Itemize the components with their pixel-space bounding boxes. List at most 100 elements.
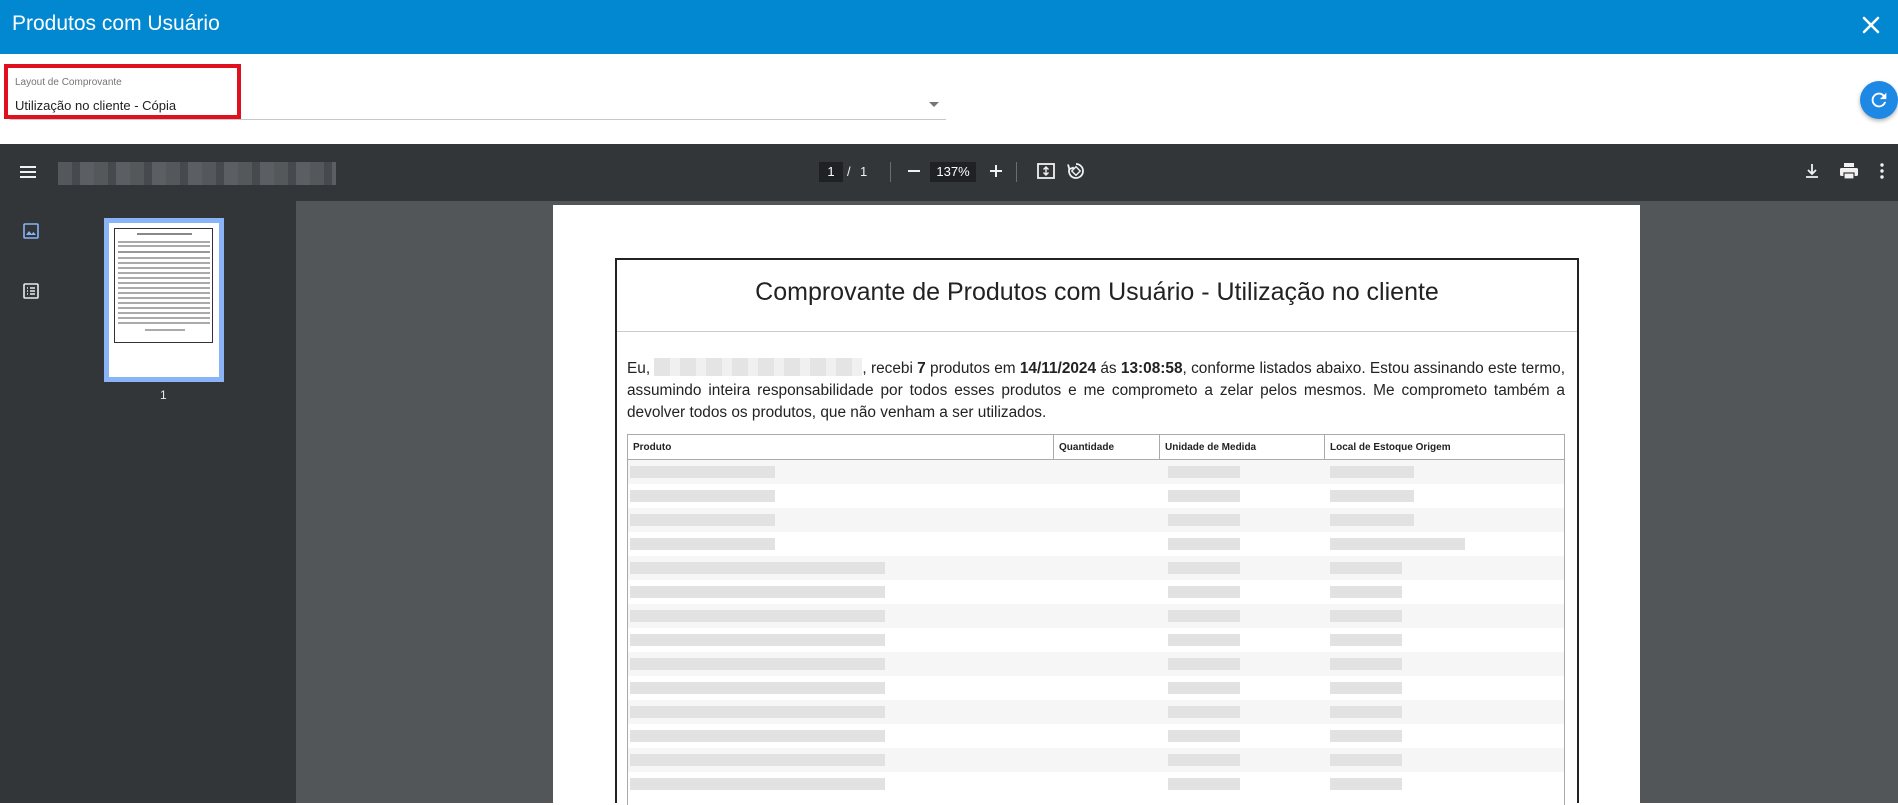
refresh-button[interactable] [1860,81,1898,119]
table-row [628,604,1564,628]
print-icon[interactable] [1838,161,1860,181]
thumbnail-line [118,272,210,274]
redacted-cell [1168,538,1240,550]
table-row [628,700,1564,724]
zoom-input[interactable]: 137% [930,162,976,182]
para-time: 13:08:58 [1120,360,1183,377]
table-row [628,628,1564,652]
para-products-em: produtos em [925,360,1020,377]
redacted-cell [630,706,885,718]
thumbnail-line [118,245,210,247]
header-local: Local de Estoque Origem [1330,442,1451,453]
thumbnail-line [118,312,210,314]
thumbnail-line [118,317,210,319]
para-count: 7 [917,360,926,377]
fit-page-icon[interactable] [1036,161,1056,181]
table-row [628,748,1564,772]
download-icon[interactable] [1802,161,1822,181]
thumbnail-line [118,262,210,264]
redacted-cell [1168,610,1240,622]
table-row [628,460,1564,484]
title-divider [617,331,1577,332]
zoom-in-icon[interactable] [986,161,1006,181]
redacted-cell [630,634,885,646]
thumbnail-line [137,233,192,235]
pdf-canvas: Comprovante de Produtos com Usuário - Ut… [296,201,1898,805]
column-divider [1053,435,1054,461]
para-prefix: Eu, [627,360,655,377]
redacted-cell [630,586,885,598]
thumbnail-line [118,322,210,324]
redacted-cell [1168,706,1240,718]
table-row [628,508,1564,532]
redacted-cell [1168,490,1240,502]
redacted-cell [630,562,885,574]
redacted-cell [630,778,885,790]
redacted-cell [1330,538,1465,550]
redacted-cell [1330,682,1402,694]
chevron-down-icon[interactable] [929,102,939,107]
redacted-cell [630,610,885,622]
thumbnail-line [118,287,210,289]
redacted-cell [1330,490,1414,502]
thumbnail-line [118,267,210,269]
redacted-cell [630,658,885,670]
pdf-sidebar: 1 [0,201,296,803]
table-header-row: Produto Quantidade Unidade de Medida Loc… [627,434,1565,461]
dialog-header: Produtos com Usuário [0,0,1898,54]
pdf-filename-redacted [58,162,336,185]
redacted-cell [1330,706,1402,718]
thumbnail-line [118,277,210,279]
toolbar-divider [1016,162,1017,182]
redacted-cell [1168,562,1240,574]
table-row [628,532,1564,556]
document-outline-icon[interactable] [22,282,40,300]
table-row [628,772,1564,796]
para-date: 14/11/2024 [1019,360,1097,377]
thumbnail-line [118,282,210,284]
redacted-cell [1330,658,1402,670]
redacted-cell [1168,466,1240,478]
menu-icon[interactable] [19,163,37,181]
column-divider [1324,435,1325,461]
redacted-cell [1330,634,1402,646]
redacted-cell [1168,586,1240,598]
redacted-cell [1168,658,1240,670]
page-separator: / [847,164,851,179]
pdf-page: Comprovante de Produtos com Usuário - Ut… [553,205,1640,805]
redacted-cell [1168,514,1240,526]
current-page-input[interactable]: 1 [819,162,843,182]
para-received: , recebi [862,360,918,377]
document-title: Comprovante de Produtos com Usuário - Ut… [755,278,1439,306]
redacted-cell [1330,562,1402,574]
thumbnail-line [118,307,210,309]
redacted-cell [1330,730,1402,742]
redacted-cell [1330,514,1414,526]
header-produto: Produto [633,442,672,453]
layout-select[interactable]: Layout de Comprovante Utilização no clie… [4,64,946,120]
more-vert-icon[interactable] [1876,161,1888,181]
header-quantidade: Quantidade [1059,442,1115,453]
column-divider [1159,435,1160,461]
document-paragraph: Eu, , recebi 7 produtos em 14/11/2024 ás… [627,358,1565,424]
thumbnail-line [118,297,210,299]
refresh-icon [1871,92,1887,108]
rotate-icon[interactable] [1066,161,1086,181]
page-thumbnail[interactable] [104,218,224,382]
thumbnail-line [118,251,210,253]
layout-select-value[interactable]: Utilização no cliente - Cópia [15,98,176,113]
close-icon[interactable] [1856,10,1886,40]
para-as: ás [1096,360,1121,377]
thumbnail-line [118,241,210,243]
redacted-cell [630,490,775,502]
table-row [628,580,1564,604]
redacted-cell [1330,754,1402,766]
thumbnails-icon[interactable] [22,222,40,240]
table-row [628,724,1564,748]
table-body-redacted [627,460,1565,805]
redacted-cell [1330,778,1402,790]
zoom-out-icon[interactable] [904,161,924,181]
thumbnail-line [118,292,210,294]
redacted-cell [1168,754,1240,766]
redacted-cell [1330,610,1402,622]
